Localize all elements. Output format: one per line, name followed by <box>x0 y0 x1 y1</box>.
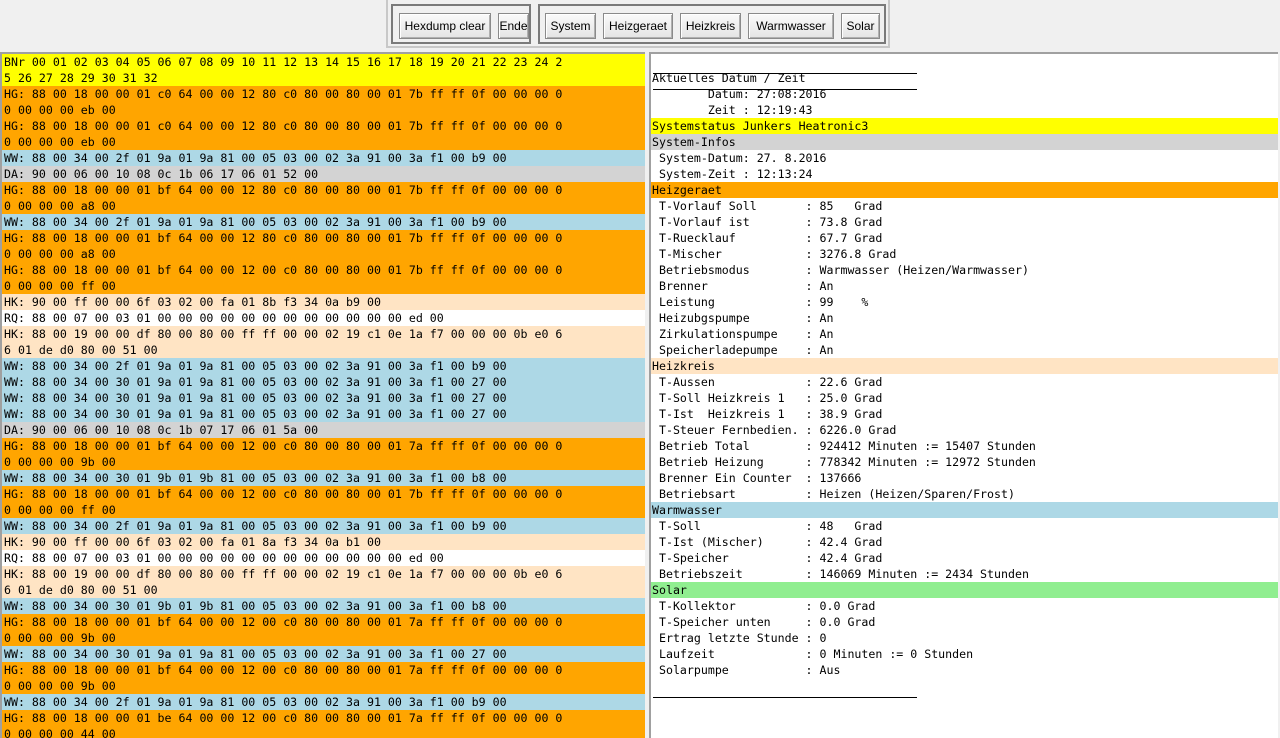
hexdump-line: 6 01 de d0 80 00 51 00 <box>2 582 645 598</box>
heizkreis-button[interactable]: Heizkreis <box>680 13 741 39</box>
hexdump-line: DA: 90 00 06 00 10 08 0c 1b 07 17 06 01 … <box>2 422 645 438</box>
status-section-header: Solar <box>651 582 1278 598</box>
hexdump-line: BNr 00 01 02 03 04 05 06 07 08 09 10 11 … <box>2 54 645 70</box>
heizgeraet-button[interactable]: Heizgeraet <box>603 13 673 39</box>
hexdump-line: 0 00 00 00 9b 00 <box>2 678 645 694</box>
toolbar-group-main: Hexdump clear Ende <box>391 4 531 44</box>
status-line: T-Ist Heizkreis 1 : 38.9 Grad <box>651 406 1278 422</box>
status-line: Betriebsmodus : Warmwasser (Heizen/Warmw… <box>651 262 1278 278</box>
hexdump-line: HG: 88 00 18 00 00 01 bf 64 00 00 12 80 … <box>2 230 645 246</box>
status-line: T-Steuer Fernbedien. : 6226.0 Grad <box>651 422 1278 438</box>
hexdump-line: 0 00 00 00 ff 00 <box>2 502 645 518</box>
solar-button[interactable]: Solar <box>841 13 880 39</box>
warmwasser-button[interactable]: Warmwasser <box>748 13 834 39</box>
hexdump-line: 0 00 00 00 ff 00 <box>2 278 645 294</box>
status-line: Betrieb Total : 924412 Minuten := 15407 … <box>651 438 1278 454</box>
status-section-header: Systemstatus Junkers Heatronic3 <box>651 118 1278 134</box>
hexdump-pane[interactable]: BNr 00 01 02 03 04 05 06 07 08 09 10 11 … <box>0 52 645 738</box>
status-line: Betriebszeit : 146069 Minuten := 2434 St… <box>651 566 1278 582</box>
hexdump-line: HK: 90 00 ff 00 00 6f 03 02 00 fa 01 8a … <box>2 534 645 550</box>
status-line: T-Speicher unten : 0.0 Grad <box>651 614 1278 630</box>
hexdump-line: WW: 88 00 34 00 2f 01 9a 01 9a 81 00 05 … <box>2 214 645 230</box>
hexdump-line: WW: 88 00 34 00 2f 01 9a 01 9a 81 00 05 … <box>2 518 645 534</box>
status-line: Laufzeit : 0 Minuten := 0 Stunden <box>651 646 1278 662</box>
status-line: T-Kollektor : 0.0 Grad <box>651 598 1278 614</box>
hexdump-line: WW: 88 00 34 00 30 01 9b 01 9b 81 00 05 … <box>2 598 645 614</box>
date-title-rule <box>653 89 917 90</box>
status-line: Brenner Ein Counter : 137666 <box>651 470 1278 486</box>
hexdump-line: 5 26 27 28 29 30 31 32 <box>2 70 645 86</box>
status-line: T-Soll Heizkreis 1 : 25.0 Grad <box>651 390 1278 406</box>
status-line: Zirkulationspumpe : An <box>651 326 1278 342</box>
hexdump-line: WW: 88 00 34 00 30 01 9b 01 9b 81 00 05 … <box>2 470 645 486</box>
hexdump-line: HG: 88 00 18 00 00 01 bf 64 00 00 12 00 … <box>2 614 645 630</box>
hexdump-line: DA: 90 00 06 00 10 08 0c 1b 06 17 06 01 … <box>2 166 645 182</box>
hexdump-line: 6 01 de d0 80 00 51 00 <box>2 342 645 358</box>
hexdump-line: 0 00 00 00 eb 00 <box>2 134 645 150</box>
status-line: Brenner : An <box>651 278 1278 294</box>
hexdump-line: WW: 88 00 34 00 2f 01 9a 01 9a 81 00 05 … <box>2 150 645 166</box>
hexdump-line: RQ: 88 00 07 00 03 01 00 00 00 00 00 00 … <box>2 550 645 566</box>
status-line: T-Ruecklauf : 67.7 Grad <box>651 230 1278 246</box>
status-section-header: Heizkreis <box>651 358 1278 374</box>
hexdump-line: 0 00 00 00 44 00 <box>2 726 645 738</box>
hexdump-line: HG: 88 00 18 00 00 01 bf 64 00 00 12 00 … <box>2 262 645 278</box>
hexdump-clear-button[interactable]: Hexdump clear <box>399 13 491 39</box>
ende-button[interactable]: Ende <box>498 13 529 39</box>
top-rule <box>653 73 917 74</box>
status-section-header: Heizgeraet <box>651 182 1278 198</box>
status-line: T-Aussen : 22.6 Grad <box>651 374 1278 390</box>
hexdump-line: 0 00 00 00 eb 00 <box>2 102 645 118</box>
status-line: T-Speicher : 42.4 Grad <box>651 550 1278 566</box>
hexdump-line: WW: 88 00 34 00 30 01 9a 01 9a 81 00 05 … <box>2 390 645 406</box>
hexdump-line: HG: 88 00 18 00 00 01 bf 64 00 00 12 80 … <box>2 182 645 198</box>
toolbar: Hexdump clear Ende System Heizgeraet Hei… <box>386 0 890 48</box>
status-line: Zeit : 12:19:43 <box>651 102 1278 118</box>
status-line: System-Zeit : 12:13:24 <box>651 166 1278 182</box>
status-line: Leistung : 99 % <box>651 294 1278 310</box>
status-line: T-Soll : 48 Grad <box>651 518 1278 534</box>
status-line: T-Mischer : 3276.8 Grad <box>651 246 1278 262</box>
status-line: Heizubgspumpe : An <box>651 310 1278 326</box>
status-line: Betriebsart : Heizen (Heizen/Sparen/Fros… <box>651 486 1278 502</box>
hexdump-line: 0 00 00 00 9b 00 <box>2 454 645 470</box>
hexdump-line: 0 00 00 00 a8 00 <box>2 198 645 214</box>
status-line: System-Datum: 27. 8.2016 <box>651 150 1278 166</box>
hexdump-line: HK: 90 00 ff 00 00 6f 03 02 00 fa 01 8b … <box>2 294 645 310</box>
hexdump-line: HG: 88 00 18 00 00 01 be 64 00 00 12 00 … <box>2 710 645 726</box>
hexdump-line: WW: 88 00 34 00 2f 01 9a 01 9a 81 00 05 … <box>2 694 645 710</box>
status-line: T-Vorlauf Soll : 85 Grad <box>651 198 1278 214</box>
hexdump-line: HG: 88 00 18 00 00 01 c0 64 00 00 12 80 … <box>2 86 645 102</box>
hexdump-line: WW: 88 00 34 00 30 01 9a 01 9a 81 00 05 … <box>2 374 645 390</box>
status-line: T-Ist (Mischer) : 42.4 Grad <box>651 534 1278 550</box>
hexdump-line: HK: 88 00 19 00 00 df 80 00 80 00 ff ff … <box>2 566 645 582</box>
status-line: Ertrag letzte Stunde : 0 <box>651 630 1278 646</box>
status-line <box>651 54 1278 70</box>
hexdump-line: RQ: 88 00 07 00 03 01 00 00 00 00 00 00 … <box>2 310 645 326</box>
toolbar-group-views: System Heizgeraet Heizkreis Warmwasser S… <box>538 4 886 44</box>
hexdump-line: HK: 88 00 19 00 00 df 80 00 80 00 ff ff … <box>2 326 645 342</box>
status-line: Solarpumpe : Aus <box>651 662 1278 678</box>
status-line: T-Vorlauf ist : 73.8 Grad <box>651 214 1278 230</box>
hexdump-line: WW: 88 00 34 00 2f 01 9a 01 9a 81 00 05 … <box>2 358 645 374</box>
status-line: Betrieb Heizung : 778342 Minuten := 1297… <box>651 454 1278 470</box>
hexdump-line: WW: 88 00 34 00 30 01 9a 01 9a 81 00 05 … <box>2 646 645 662</box>
status-section-header: System-Infos <box>651 134 1278 150</box>
hexdump-line: HG: 88 00 18 00 00 01 bf 64 00 00 12 00 … <box>2 662 645 678</box>
hexdump-line: HG: 88 00 18 00 00 01 c0 64 00 00 12 80 … <box>2 118 645 134</box>
hexdump-line: 0 00 00 00 a8 00 <box>2 246 645 262</box>
status-section-header: Warmwasser <box>651 502 1278 518</box>
hexdump-line: HG: 88 00 18 00 00 01 bf 64 00 00 12 00 … <box>2 486 645 502</box>
hexdump-line: WW: 88 00 34 00 30 01 9a 01 9a 81 00 05 … <box>2 406 645 422</box>
bottom-rule <box>653 697 917 698</box>
status-pane[interactable]: Aktuelles Datum / Zeit Datum: 27:08:2016… <box>649 52 1278 738</box>
status-line: Speicherladepumpe : An <box>651 342 1278 358</box>
system-button[interactable]: System <box>545 13 596 39</box>
hexdump-line: 0 00 00 00 9b 00 <box>2 630 645 646</box>
hexdump-line: HG: 88 00 18 00 00 01 bf 64 00 00 12 00 … <box>2 438 645 454</box>
